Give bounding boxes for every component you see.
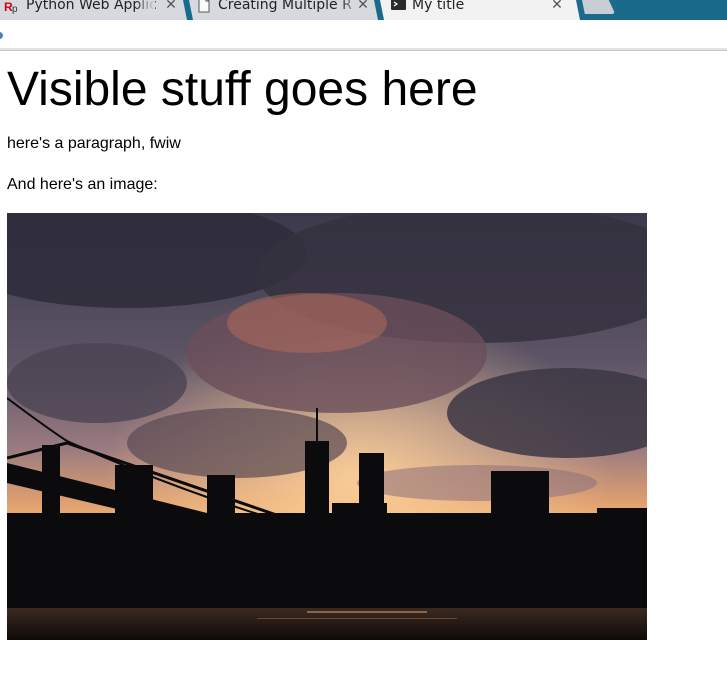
svg-text:p: p — [12, 4, 18, 15]
paragraph: here's a paragraph, fwiw — [7, 135, 181, 152]
tab-creating-multiple[interactable]: Creating Multiple R ✕ — [188, 0, 380, 20]
browser-toolbar — [0, 20, 727, 51]
page-heading: Visible stuff goes here — [7, 63, 478, 116]
close-icon[interactable]: ✕ — [550, 0, 564, 14]
tab-title: My title — [412, 0, 465, 13]
tab-separator — [374, 0, 384, 20]
close-icon[interactable]: ✕ — [356, 0, 370, 14]
city-skyline-sunset-image — [7, 213, 647, 640]
toolbar-divider — [0, 48, 727, 50]
tab-title: Creating Multiple R — [218, 0, 352, 13]
tab-strip: R p Python Web Applic ✕ Creating Multipl… — [0, 0, 727, 20]
toolbar-indicator-icon — [0, 32, 3, 39]
document-icon — [198, 0, 210, 13]
tab-separator — [576, 0, 586, 20]
image-intro-text: And here's an image: — [7, 176, 158, 193]
rp-favicon-icon: R p — [4, 0, 18, 15]
tab-my-title[interactable]: My title ✕ — [380, 0, 580, 20]
tab-title-fade — [135, 0, 155, 20]
close-icon[interactable]: ✕ — [164, 0, 178, 14]
terminal-icon — [391, 0, 406, 10]
tab-python-web-applications[interactable]: R p Python Web Applic ✕ — [0, 0, 188, 20]
tab-separator — [183, 0, 193, 20]
